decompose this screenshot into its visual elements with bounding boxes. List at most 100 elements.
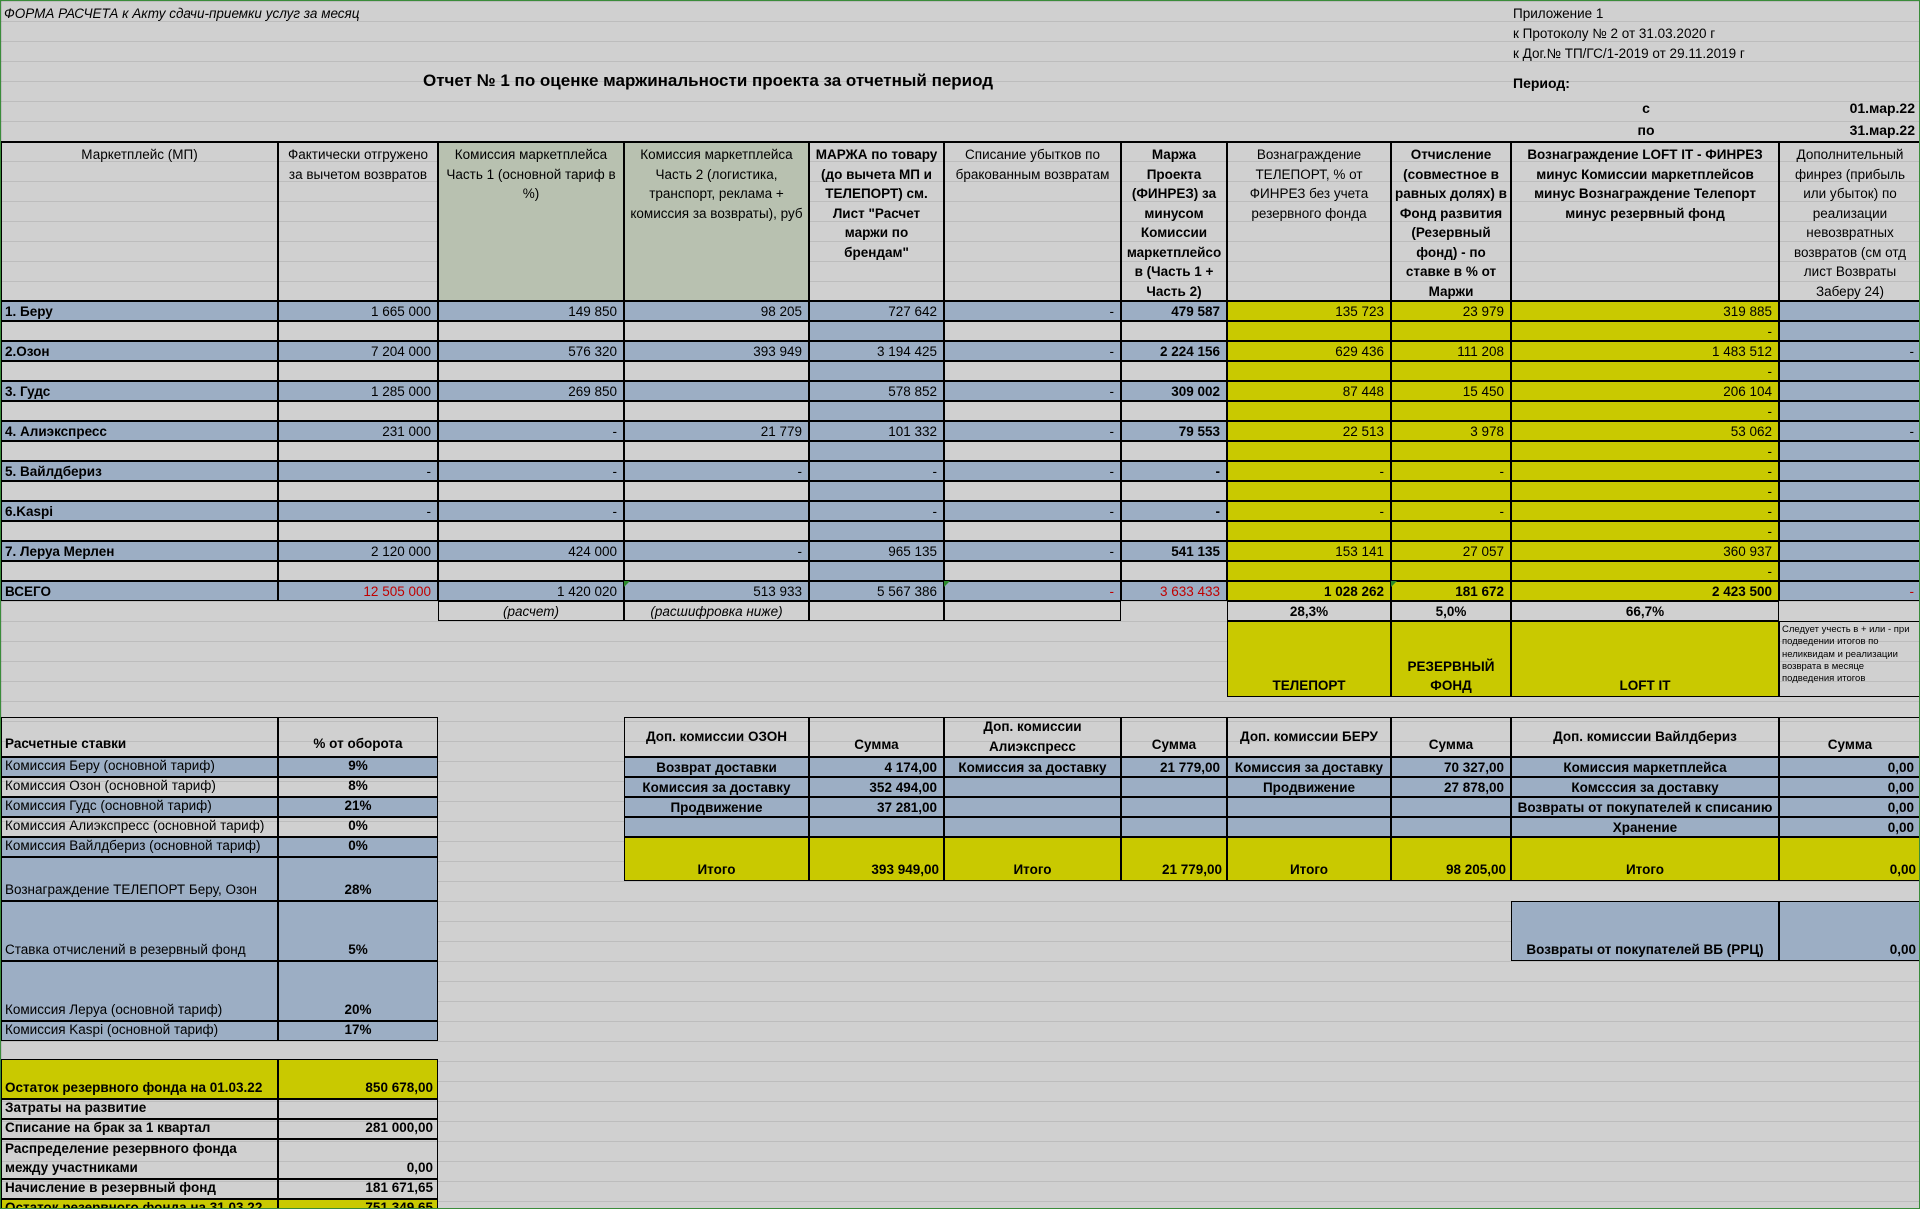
row-cell <box>1779 541 1919 561</box>
subrow-cell <box>1227 481 1391 501</box>
subrow-cell <box>944 521 1121 541</box>
decode-note: (расшифровка ниже) <box>624 601 809 621</box>
ali-item-value <box>1121 777 1227 797</box>
row-cell: - <box>1121 501 1227 521</box>
rate-value: 17% <box>278 1021 438 1041</box>
ozon-item-name: Возврат доставки <box>624 757 809 777</box>
row-name: 7. Леруа Мерлен <box>1 541 278 561</box>
row-cell: 1 285 000 <box>278 381 438 401</box>
subrow-cell <box>1121 401 1227 421</box>
row-cell: 578 852 <box>809 381 944 401</box>
row-cell: 727 642 <box>809 301 944 321</box>
empty-cell <box>809 601 944 621</box>
rate-name: Комиссия Беру (основной тариф) <box>1 757 278 777</box>
wb-title: Доп. комиссии Вайлдбериз <box>1511 717 1779 757</box>
row-cell: 101 332 <box>809 421 944 441</box>
row-cell: - <box>438 461 624 481</box>
row-cell: 79 553 <box>1121 421 1227 441</box>
row-cell: - <box>438 421 624 441</box>
main-table: Маркетплейс (МП) Фактически отгружено за … <box>1 1 1919 701</box>
row-cell: 15 450 <box>1391 381 1511 401</box>
subrow-cell <box>1 481 278 501</box>
subrow-cell: - <box>1511 361 1779 381</box>
ozon-item-name: Комиссия за доставку <box>624 777 809 797</box>
subrow-cell <box>1 521 278 541</box>
subrow-cell <box>624 401 809 421</box>
wb-item-name: Комиссия маркетплейса <box>1511 757 1779 777</box>
rate-name: Комиссия Гудс (основной тариф) <box>1 797 278 817</box>
subrow-cell: - <box>1511 441 1779 461</box>
comment-marker <box>624 581 630 587</box>
ozon-total-label: Итого <box>624 837 809 881</box>
total-cell: 3 633 433 <box>1121 581 1227 601</box>
subrow-cell <box>438 481 624 501</box>
wb-returns-label: Возвраты от покупателей ВБ (РРЦ) <box>1511 901 1779 961</box>
row-cell: 53 062 <box>1511 421 1779 441</box>
subrow-cell <box>1779 521 1919 541</box>
pct-reserve: 5,0% <box>1391 601 1511 621</box>
wb-item-name: Хранение <box>1511 817 1779 837</box>
row-cell: - <box>278 501 438 521</box>
subrow-cell <box>944 401 1121 421</box>
wb-item-name: Комсссия за доставку <box>1511 777 1779 797</box>
row-cell: 231 000 <box>278 421 438 441</box>
subrow-cell <box>809 321 944 341</box>
subrow-cell <box>1779 441 1919 461</box>
rate-value: 0% <box>278 817 438 837</box>
subrow-cell: - <box>1511 401 1779 421</box>
ozon-item-value: 4 174,00 <box>809 757 944 777</box>
wb-total-label: Итого <box>1511 837 1779 881</box>
header-cell: Вознаграждение ТЕЛЕПОРТ, % от ФИНРЕЗ без… <box>1227 142 1391 301</box>
row-cell: 269 850 <box>438 381 624 401</box>
total-cell: 2 423 500 <box>1511 581 1779 601</box>
row-cell: - <box>944 461 1121 481</box>
row-cell: - <box>1511 461 1779 481</box>
total-label: ВСЕГО <box>1 581 278 601</box>
beru-item-name: Комиссия за доставку <box>1227 757 1391 777</box>
ali-title: Доп. комиссии Алиэкспресс <box>944 717 1121 757</box>
calc-note: (расчет) <box>438 601 624 621</box>
fund-item-value: 751 349,65 <box>278 1199 438 1208</box>
beru-total-label: Итого <box>1227 837 1391 881</box>
row-cell: - <box>944 341 1121 361</box>
header-cell: Комиссия маркетплейса Часть 1 (основной … <box>438 142 624 301</box>
empty-cell <box>944 601 1121 621</box>
subrow-cell <box>624 521 809 541</box>
row-name: 3. Гудс <box>1 381 278 401</box>
row-cell <box>1779 381 1919 401</box>
subrow-cell <box>1779 481 1919 501</box>
subrow-cell <box>1121 321 1227 341</box>
row-cell: - <box>1779 421 1919 441</box>
wb-item-value: 0,00 <box>1779 777 1919 797</box>
row-cell: 153 141 <box>1227 541 1391 561</box>
row-cell: 149 850 <box>438 301 624 321</box>
rate-value: 20% <box>278 961 438 1021</box>
ali-item-value <box>1121 817 1227 837</box>
ozon-item-value: 37 281,00 <box>809 797 944 817</box>
subrow-cell <box>1 321 278 341</box>
beru-sum-header: Сумма <box>1391 717 1511 757</box>
subrow-cell <box>1391 361 1511 381</box>
legend-teleport: ТЕЛЕПОРТ <box>1227 621 1391 697</box>
subrow-cell <box>944 361 1121 381</box>
subrow-cell <box>944 481 1121 501</box>
row-cell: - <box>438 501 624 521</box>
fund-item-name: Распределение резервного фонда между уча… <box>1 1139 278 1179</box>
subrow-cell <box>1779 401 1919 421</box>
rate-name: Комиссия Kaspi (основной тариф) <box>1 1021 278 1041</box>
row-cell: - <box>944 541 1121 561</box>
ozon-item-name <box>624 817 809 837</box>
fund-item-name: Списание на брак за 1 квартал <box>1 1119 278 1139</box>
header-cell: Маржа Проекта (ФИНРЕЗ) за минусом Комисс… <box>1121 142 1227 301</box>
ozon-sum-header: Сумма <box>809 717 944 757</box>
subrow-cell <box>438 521 624 541</box>
total-cell: - <box>1779 581 1919 601</box>
fund-item-value: 850 678,00 <box>278 1059 438 1099</box>
subrow-cell <box>278 481 438 501</box>
row-cell: 27 057 <box>1391 541 1511 561</box>
row-name: 2.Озон <box>1 341 278 361</box>
subrow-cell <box>278 441 438 461</box>
row-cell: - <box>1227 501 1391 521</box>
subrow-cell <box>438 361 624 381</box>
subrow-cell <box>1391 521 1511 541</box>
